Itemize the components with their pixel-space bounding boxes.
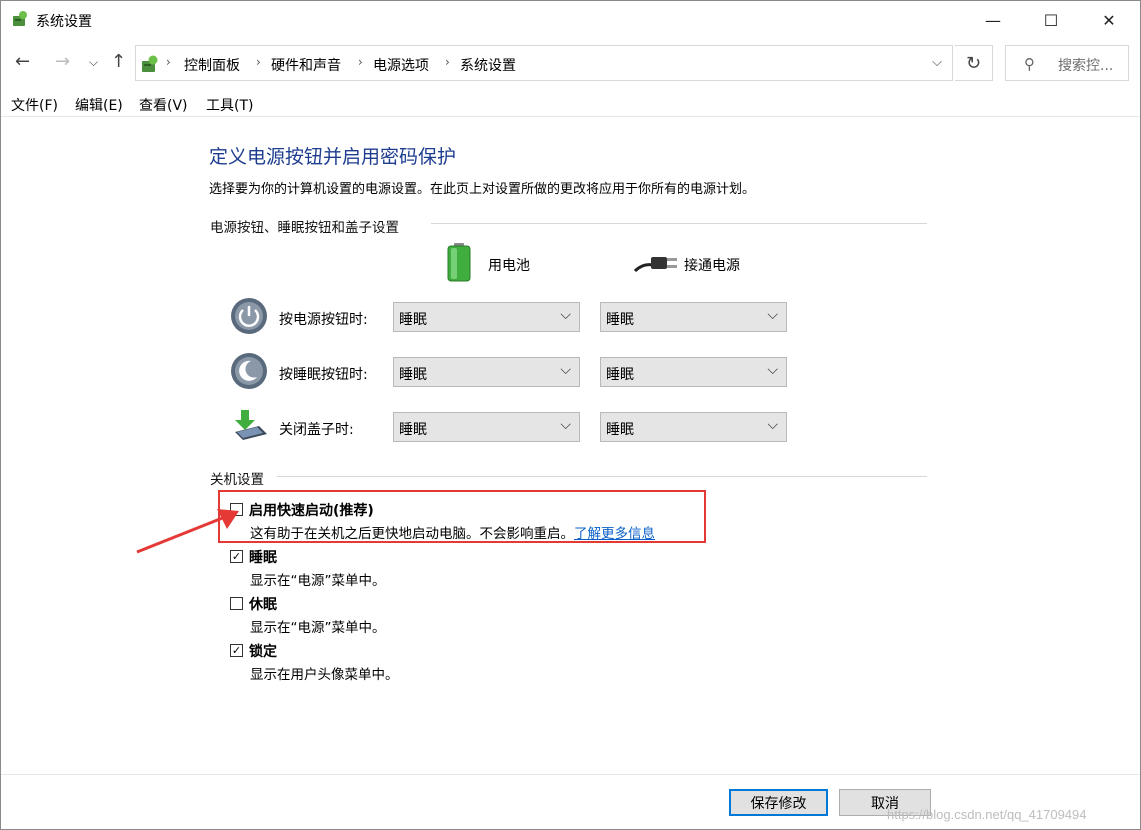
close-icon: ✕ [1102,10,1116,30]
close-button[interactable]: ✕ [1086,1,1132,39]
up-arrow-icon[interactable]: ↑ [111,51,126,72]
select-value: 睡眠 [399,422,427,438]
close-lid-battery-select[interactable]: 睡眠 ⌵ [393,412,580,442]
chevron-down-icon: ⌵ [560,417,571,433]
battery-icon [447,243,471,282]
chevron-down-icon: ⌵ [560,362,571,378]
sleep-label[interactable]: 睡眠 [249,547,277,567]
sleep-button-battery-select[interactable]: 睡眠 ⌵ [393,357,580,387]
system-settings-window: 系统设置 — ☐ ✕ ← → ⌵ ↑ › 控制面板 › 硬件和声音 › 电源选项… [0,0,1141,830]
chevron-down-icon[interactable]: ⌵ [932,55,942,70]
power-button-plugged-select[interactable]: 睡眠 ⌵ [600,302,787,332]
hibernate-description: 显示在“电源”菜单中。 [250,620,386,636]
power-plug-icon [633,257,677,273]
minimize-icon: — [985,10,1001,30]
menu-bar: 文件(F) 编辑(E) 查看(V) 工具(T) [1,89,1140,115]
menu-tools[interactable]: 工具(T) [206,95,253,115]
select-value: 睡眠 [399,312,427,328]
search-placeholder: 搜索控... [1058,58,1114,74]
hibernate-label[interactable]: 休眠 [249,594,277,614]
power-button-battery-select[interactable]: 睡眠 ⌵ [393,302,580,332]
maximize-icon: ☐ [1043,10,1059,30]
select-value: 睡眠 [606,422,634,438]
sleep-button-plugged-select[interactable]: 睡眠 ⌵ [600,357,787,387]
lock-description: 显示在用户头像菜单中。 [250,667,399,683]
chevron-down-icon: ⌵ [767,417,778,433]
title-bar: 系统设置 — ☐ ✕ [1,1,1140,39]
menu-view[interactable]: 查看(V) [139,95,188,115]
control-panel-icon [13,11,27,26]
page-description: 选择要为你的计算机设置的电源设置。在此页上对设置所做的更改将应用于你所有的电源计… [209,182,756,197]
minimize-button[interactable]: — [970,1,1016,39]
breadcrumb-separator-icon: › [358,55,363,69]
breadcrumb-control-panel[interactable]: 控制面板 [184,55,240,75]
back-arrow-icon[interactable]: ← [15,51,30,72]
chevron-down-icon: ⌵ [767,362,778,378]
address-bar[interactable]: › 控制面板 › 硬件和声音 › 电源选项 › 系统设置 ⌵ [135,45,953,81]
select-value: 睡眠 [606,367,634,383]
window-title: 系统设置 [36,14,92,30]
select-value: 睡眠 [606,312,634,328]
group-divider [277,476,927,477]
power-button-icon [231,298,267,334]
refresh-icon: ↻ [965,52,982,74]
breadcrumb-hardware-sound[interactable]: 硬件和声音 [271,55,341,75]
menu-divider [1,116,1140,117]
menu-edit[interactable]: 编辑(E) [75,95,123,115]
refresh-button[interactable]: ↻ [955,45,993,81]
hibernate-checkbox[interactable] [230,597,243,610]
breadcrumb-separator-icon: › [445,55,450,69]
control-panel-icon [142,55,158,72]
row-label-close-lid: 关闭盖子时: [279,422,354,438]
recent-dropdown-icon[interactable]: ⌵ [89,55,98,70]
save-changes-button[interactable]: 保存修改 [729,789,828,816]
lock-label[interactable]: 锁定 [249,641,277,661]
group-divider [431,223,927,224]
laptop-lid-icon [235,410,267,440]
search-icon: ⚲ [1024,55,1035,73]
column-header-battery: 用电池 [488,258,530,274]
select-value: 睡眠 [399,367,427,383]
row-label-sleep-button: 按睡眠按钮时: [279,367,368,383]
group-title-buttons: 电源按钮、睡眠按钮和盖子设置 [210,220,399,236]
sleep-description: 显示在“电源”菜单中。 [250,573,386,589]
breadcrumb-separator-icon: › [166,55,171,69]
footer-divider [1,774,1140,775]
row-label-power-button: 按电源按钮时: [279,312,368,328]
sleep-button-icon [231,353,267,389]
close-lid-plugged-select[interactable]: 睡眠 ⌵ [600,412,787,442]
maximize-button[interactable]: ☐ [1028,1,1074,39]
forward-arrow-icon[interactable]: → [55,51,70,72]
breadcrumb-system-settings[interactable]: 系统设置 [460,55,516,75]
search-box[interactable]: ⚲ 搜索控... [1005,45,1129,81]
annotation-highlight-box [218,490,706,543]
chevron-down-icon: ⌵ [560,307,571,323]
chevron-down-icon: ⌵ [767,307,778,323]
watermark-text: https://blog.csdn.net/qq_41709494 [887,807,1087,822]
breadcrumb-separator-icon: › [256,55,261,69]
group-title-shutdown: 关机设置 [210,472,264,488]
breadcrumb-power-options[interactable]: 电源选项 [373,55,429,75]
page-title: 定义电源按钮并启用密码保护 [209,146,457,168]
menu-file[interactable]: 文件(F) [11,95,58,115]
checkmark-icon: ✓ [231,644,242,657]
column-header-plugged-in: 接通电源 [684,258,740,274]
lock-checkbox[interactable]: ✓ [230,644,243,657]
annotation-arrow-icon [136,509,239,554]
